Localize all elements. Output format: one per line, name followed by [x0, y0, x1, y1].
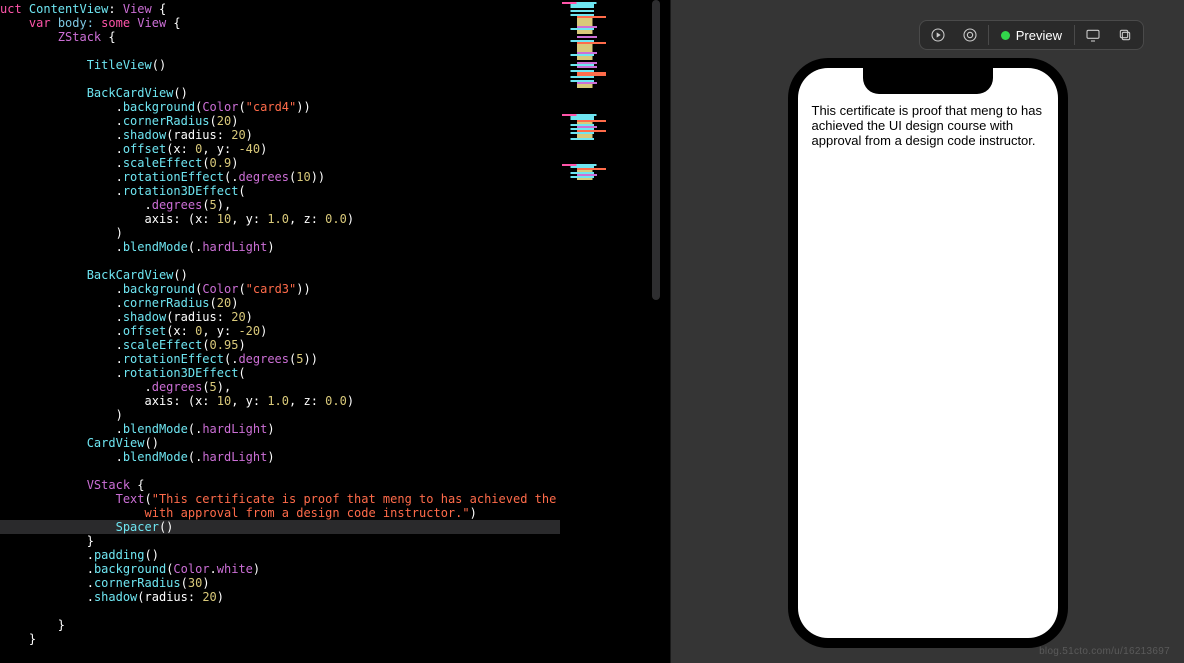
code-editor[interactable]: uct ContentView: View { var body: some V…	[0, 0, 670, 663]
display-icon	[1085, 27, 1101, 43]
watermark-text: blog.51cto.com/u/16213697	[1039, 646, 1170, 657]
preview-pane: Preview This certificate is proof that m…	[671, 0, 1184, 663]
duplicate-icon	[1117, 27, 1133, 43]
preview-label-group[interactable]: Preview	[991, 28, 1072, 43]
minimap[interactable]	[560, 0, 660, 663]
preview-toolbar: Preview	[919, 20, 1144, 50]
preview-label-text: Preview	[1016, 28, 1062, 43]
live-button[interactable]	[954, 21, 986, 49]
code-token: uct	[0, 2, 29, 16]
run-button[interactable]	[922, 21, 954, 49]
minimap-scrollbar[interactable]	[652, 0, 660, 300]
gauge-icon	[962, 27, 978, 43]
status-dot-icon	[1001, 31, 1010, 40]
simulator-frame: This certificate is proof that meng to h…	[788, 58, 1068, 648]
device-button[interactable]	[1077, 21, 1109, 49]
phone-notch	[863, 68, 993, 94]
certificate-text: This certificate is proof that meng to h…	[812, 104, 1044, 149]
duplicate-button[interactable]	[1109, 21, 1141, 49]
simulator-screen[interactable]: This certificate is proof that meng to h…	[798, 68, 1058, 638]
code-text[interactable]: uct ContentView: View { var body: some V…	[0, 0, 560, 663]
play-circle-icon	[930, 27, 946, 43]
